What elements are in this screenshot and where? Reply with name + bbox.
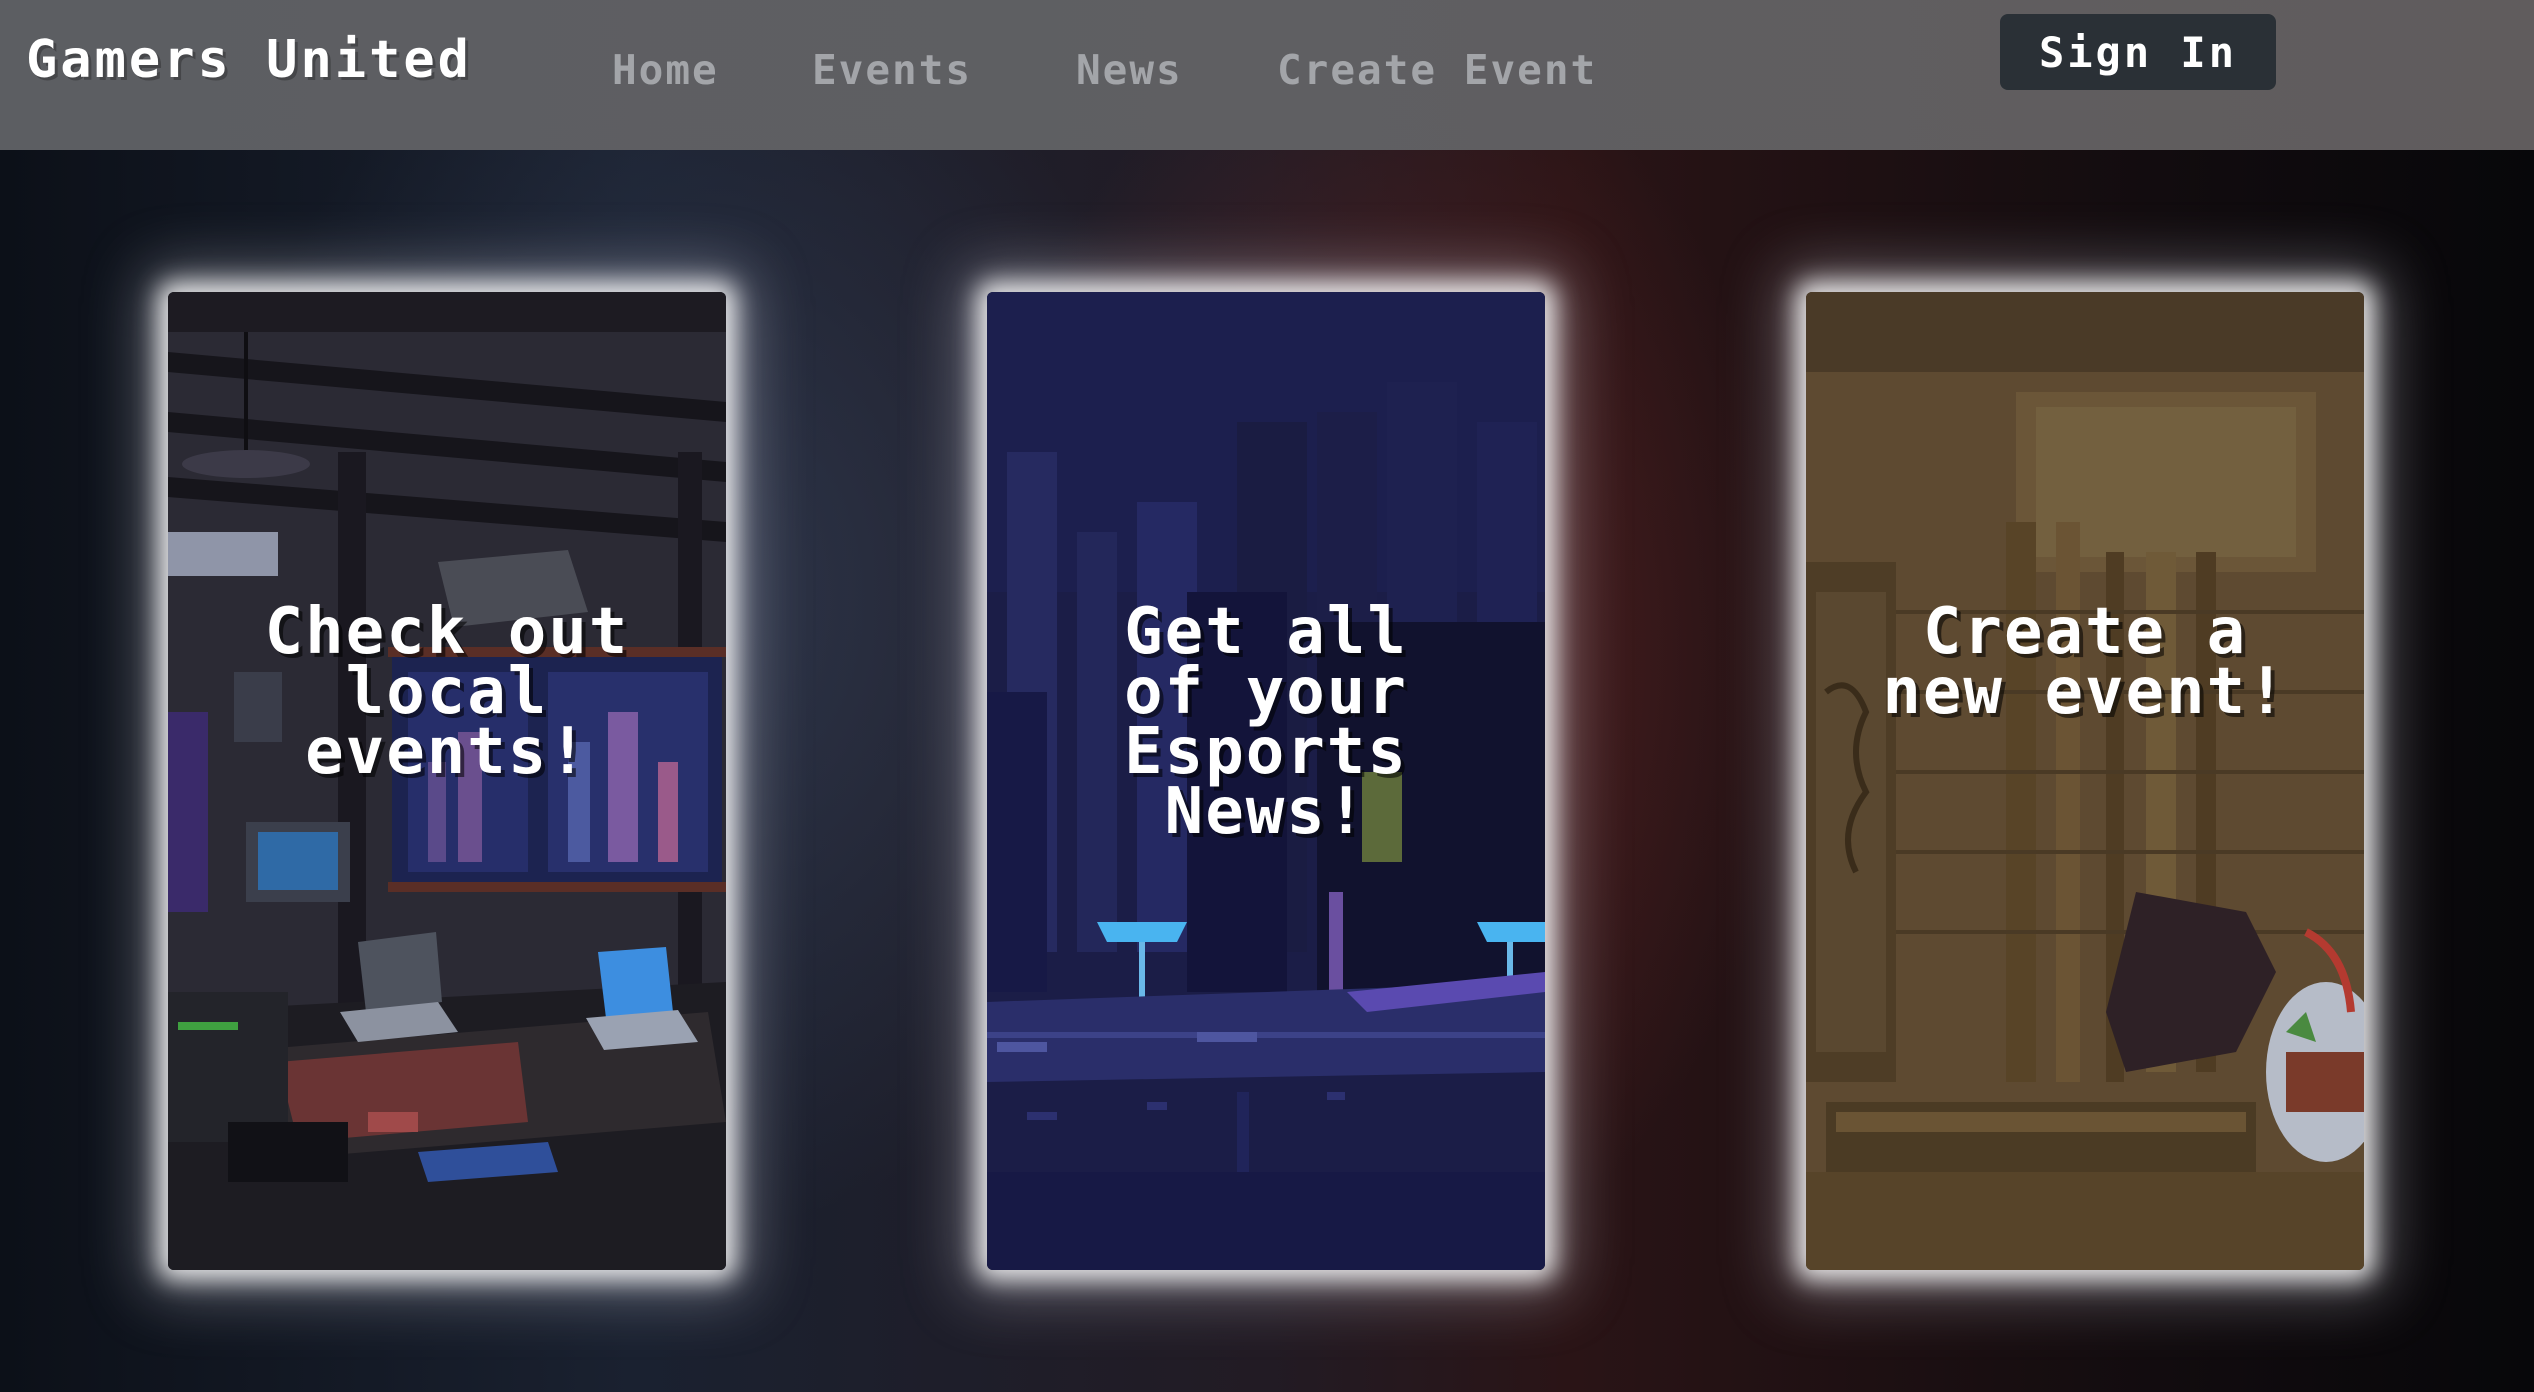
brand-logo-text[interactable]: Gamers United (26, 30, 472, 90)
card-create-event-text: Create a new event! (1882, 595, 2288, 729)
nav-link-events[interactable]: Events (812, 46, 972, 94)
card-local-events-text: Check out local events! (264, 595, 630, 789)
card-create-event[interactable]: Create a new event! (1806, 292, 2364, 1270)
card-esports-news[interactable]: Get all of your Esports News! (987, 292, 1545, 1270)
temple-ruins-illustration (1806, 292, 2364, 1270)
nav-link-home[interactable]: Home (612, 46, 719, 94)
top-navbar: Gamers United Home Events News Create Ev… (0, 0, 2534, 150)
nav-link-create-event[interactable]: Create Event (1277, 46, 1597, 94)
card-esports-news-text: Get all of your Esports News! (1124, 595, 1408, 849)
card-local-events[interactable]: Check out local events! (168, 292, 726, 1270)
nav-link-news[interactable]: News (1076, 46, 1183, 94)
sign-in-button[interactable]: Sign In (2000, 14, 2276, 90)
